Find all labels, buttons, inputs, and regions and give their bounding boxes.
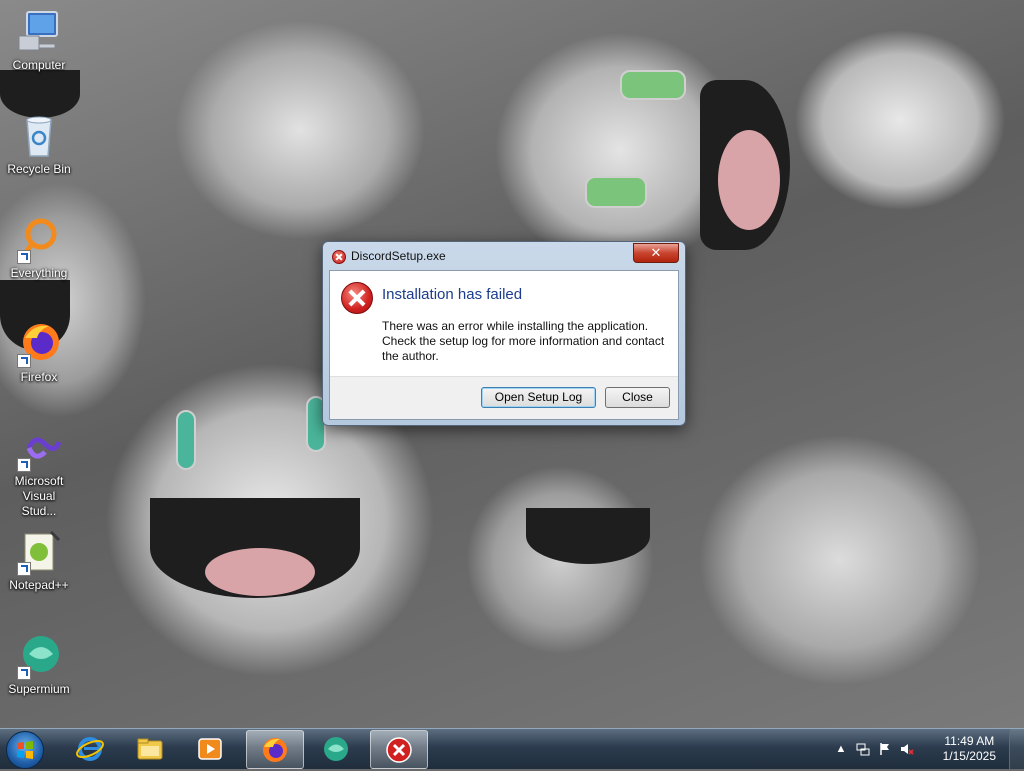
wallpaper-eye: [620, 70, 686, 100]
network-icon[interactable]: [856, 742, 870, 756]
supermium-icon: [15, 632, 63, 680]
computer-icon: [15, 8, 63, 56]
wallpaper-eye: [585, 176, 647, 208]
wallpaper-eye: [176, 410, 196, 470]
notepad-plus-plus-icon: [15, 528, 63, 576]
wallpaper-mouth: [0, 70, 80, 118]
taskbar-supermium[interactable]: [308, 730, 364, 767]
desktop-icon-label: Microsoft Visual Stud...: [14, 474, 64, 518]
show-hidden-icons-icon[interactable]: ▲: [834, 742, 848, 756]
desktop-icon-label: Notepad++: [9, 578, 69, 592]
dialog-message: There was an error while installing the …: [382, 319, 665, 363]
show-desktop-button[interactable]: [1009, 729, 1024, 769]
shortcut-arrow-icon: [17, 562, 31, 576]
desktop-icon-everything[interactable]: Everything: [1, 216, 77, 281]
desktop-icon-label: Supermium: [8, 682, 70, 696]
taskbar-file-explorer[interactable]: [122, 730, 178, 767]
firefox-icon: [263, 738, 287, 762]
error-icon: [386, 737, 412, 763]
close-button[interactable]: Close: [605, 387, 670, 408]
internet-explorer-icon: [76, 737, 104, 761]
desktop-icon-notepad-plus-plus[interactable]: Notepad++: [1, 528, 77, 593]
dialog-button-bar: Open Setup Log Close: [330, 376, 678, 419]
wallpaper-tongue: [205, 548, 315, 596]
desktop-icon-recycle-bin[interactable]: Recycle Bin: [1, 112, 77, 177]
taskbar-firefox[interactable]: [246, 730, 304, 769]
shortcut-arrow-icon: [17, 458, 31, 472]
visual-studio-icon: [15, 424, 63, 472]
windows-logo-icon: [17, 741, 33, 759]
shortcut-arrow-icon: [17, 250, 31, 264]
error-dialog: DiscordSetup.exe ✕ Installation has fail…: [322, 241, 686, 426]
dialog-title: DiscordSetup.exe: [351, 249, 446, 263]
taskbar-media-player[interactable]: [182, 730, 238, 767]
taskbar-setup-error[interactable]: [370, 730, 428, 769]
desktop-icon-computer[interactable]: Computer: [1, 8, 77, 73]
volume-muted-icon[interactable]: [900, 742, 914, 756]
everything-icon: [15, 216, 63, 264]
dialog-close-x-button[interactable]: ✕: [633, 243, 679, 263]
desktop-icon-label: Everything: [10, 266, 68, 280]
dialog-titlebar[interactable]: DiscordSetup.exe ✕: [323, 242, 685, 270]
clock-time: 11:49 AM: [944, 734, 995, 748]
media-player-icon: [198, 738, 222, 760]
desktop-icon-label: Computer: [12, 58, 66, 72]
wallpaper-tongue: [718, 130, 780, 230]
shortcut-arrow-icon: [17, 666, 31, 680]
firefox-icon: [15, 320, 63, 368]
desktop-icon-firefox[interactable]: Firefox: [1, 320, 77, 385]
desktop-icon-visual-studio[interactable]: Microsoft Visual Stud...: [1, 424, 77, 519]
desktop-icon-label: Recycle Bin: [7, 162, 71, 176]
taskbar-internet-explorer[interactable]: [62, 730, 118, 767]
dialog-content: Installation has failed There was an err…: [329, 270, 679, 420]
open-setup-log-button[interactable]: Open Setup Log: [481, 387, 596, 408]
action-center-flag-icon[interactable]: [878, 742, 892, 756]
file-explorer-icon: [137, 738, 163, 760]
desktop-icon-supermium[interactable]: Supermium: [1, 632, 77, 697]
taskbar: ▲ 11:49 AM 1/15/2025: [0, 728, 1024, 769]
supermium-icon: [324, 737, 348, 761]
desktop-icon-label: Firefox: [20, 370, 58, 384]
error-icon: [332, 250, 346, 264]
start-button[interactable]: [6, 731, 44, 769]
wallpaper-mouth: [526, 508, 650, 564]
system-tray: ▲ 11:49 AM 1/15/2025: [834, 729, 1024, 769]
recycle-bin-icon: [15, 112, 63, 160]
shortcut-arrow-icon: [17, 354, 31, 368]
clock-date: 1/15/2025: [942, 749, 996, 763]
error-icon: [341, 282, 373, 314]
taskbar-clock[interactable]: 11:49 AM 1/15/2025: [943, 734, 996, 764]
dialog-heading: Installation has failed: [382, 286, 523, 303]
